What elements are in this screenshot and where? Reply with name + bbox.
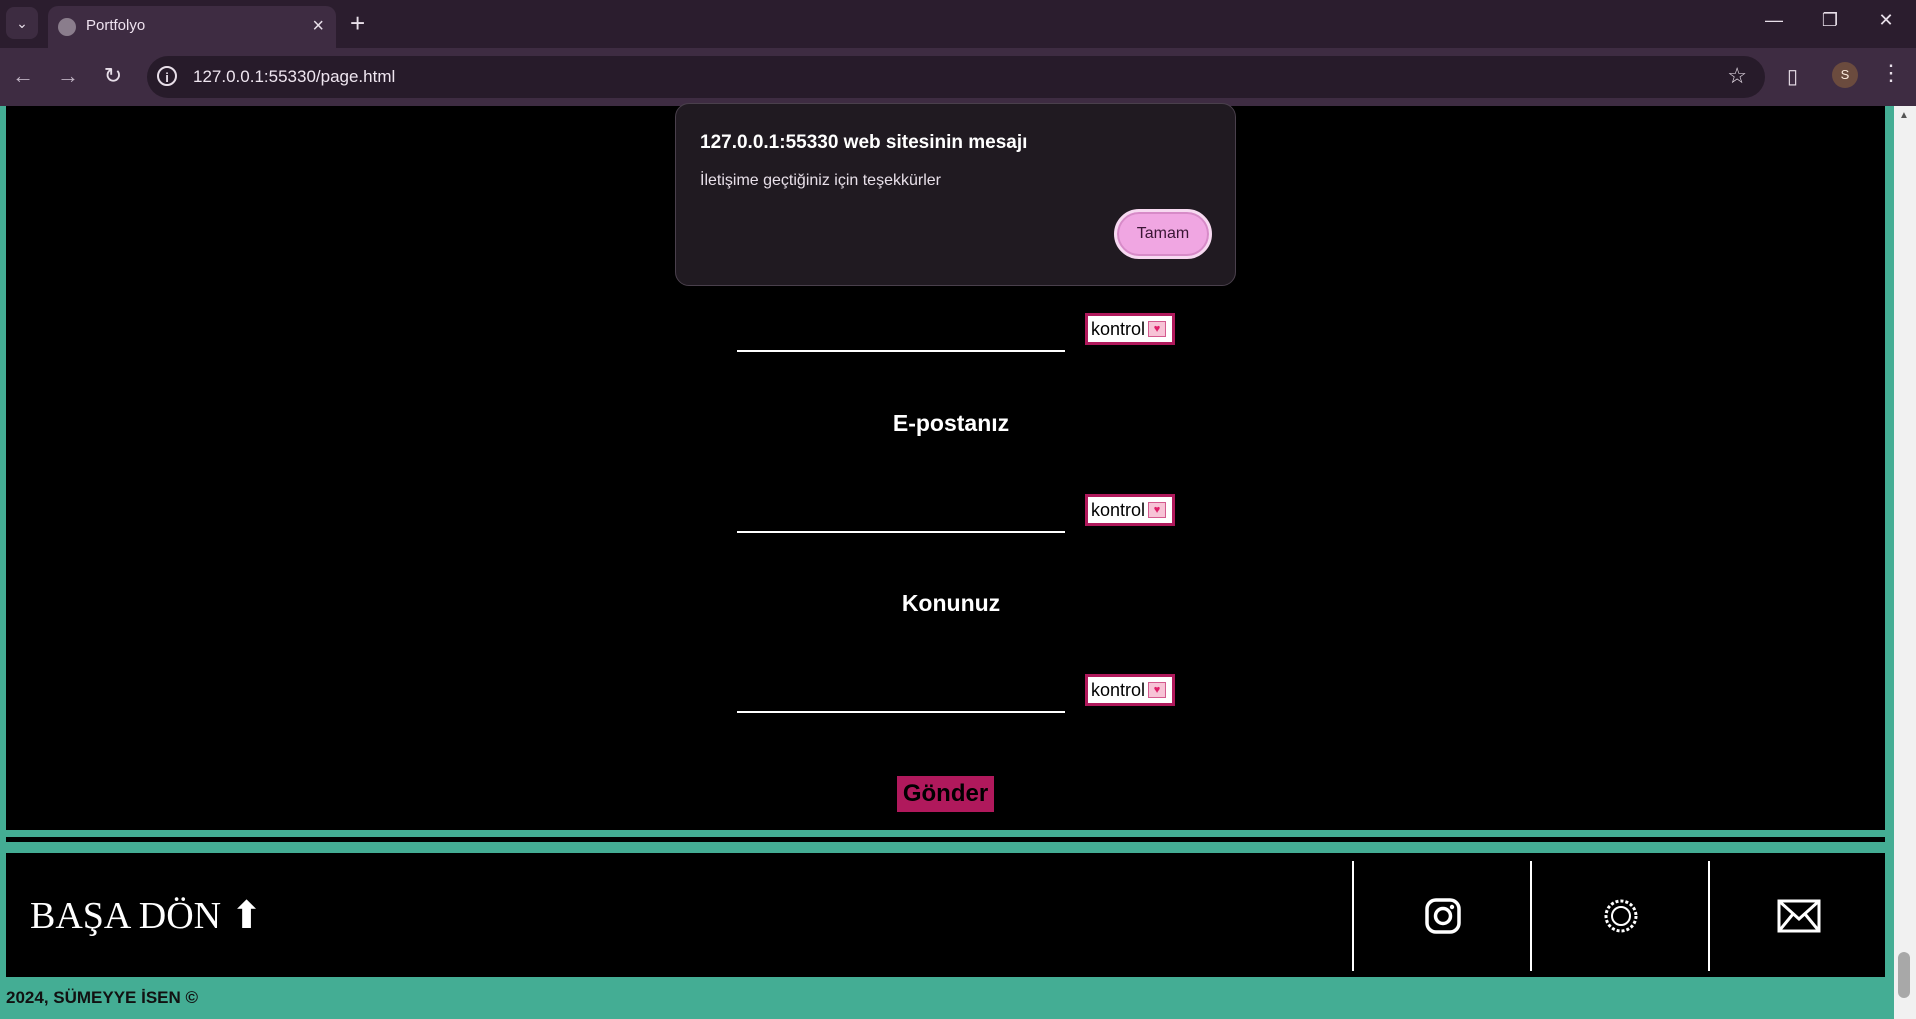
subject-input[interactable] (737, 711, 1065, 713)
heart-icon: ♥ (1148, 682, 1167, 698)
tab-search-button[interactable]: ⌄ (6, 7, 38, 39)
alert-dialog: 127.0.0.1:55330 web sitesinin mesajı İle… (675, 103, 1236, 286)
footer: BAŞA DÖN ⬆ (6, 853, 1885, 977)
site-info-icon[interactable]: i (157, 66, 177, 86)
reload-button[interactable]: ↻ (99, 62, 127, 90)
check-button-3[interactable]: kontrol ♥ (1085, 674, 1175, 706)
menu-icon[interactable]: ⋮ (1880, 60, 1902, 86)
minimize-button[interactable]: — (1759, 10, 1789, 31)
profile-avatar[interactable]: S (1832, 62, 1858, 88)
url-text: 127.0.0.1:55330/page.html (193, 67, 396, 86)
browser-toolbar: ← → ↻ i 127.0.0.1:55330/page.html ☆ ▯ S … (0, 48, 1916, 106)
bookmark-star-icon[interactable]: ☆ (1727, 63, 1747, 89)
threads-icon (1604, 899, 1638, 933)
check-button-1[interactable]: kontrol ♥ (1085, 313, 1175, 345)
threads-link[interactable] (1530, 861, 1710, 971)
check-label: kontrol (1091, 318, 1146, 339)
dialog-message: İletişime geçtiğiniz için teşekkürler (700, 172, 941, 189)
instagram-icon (1425, 898, 1461, 934)
ok-button[interactable]: Tamam (1114, 209, 1212, 259)
globe-icon (58, 18, 76, 36)
tab-title: Portfolyo (86, 17, 146, 34)
check-button-2[interactable]: kontrol ♥ (1085, 494, 1175, 526)
field-label-email: E-postanız (892, 410, 1010, 436)
check-label: kontrol (1091, 679, 1146, 700)
instagram-link[interactable] (1352, 861, 1532, 971)
mail-link[interactable] (1708, 861, 1888, 971)
back-to-top-link[interactable]: BAŞA DÖN ⬆ (30, 893, 262, 938)
heart-icon: ♥ (1148, 321, 1167, 337)
submit-button[interactable]: Gönder (897, 776, 994, 812)
scroll-up-arrow-icon[interactable]: ▲ (1899, 110, 1909, 121)
heart-icon: ♥ (1148, 502, 1167, 518)
field-label-subject: Konunuz (901, 590, 1001, 616)
scrollbar-thumb[interactable] (1898, 952, 1910, 998)
forward-button[interactable]: → (54, 62, 82, 90)
tab-portfolyo[interactable]: Portfolyo × (48, 6, 336, 48)
dialog-title: 127.0.0.1:55330 web sitesinin mesajı (700, 132, 1028, 153)
name-input[interactable] (737, 350, 1065, 352)
divider (6, 837, 1885, 842)
restore-button[interactable]: ❐ (1815, 10, 1845, 31)
address-bar[interactable]: i 127.0.0.1:55330/page.html ☆ (147, 56, 1765, 98)
check-label: kontrol (1091, 499, 1146, 520)
close-tab-icon[interactable]: × (312, 14, 324, 38)
new-tab-button[interactable]: + (350, 8, 365, 38)
close-window-button[interactable]: ✕ (1871, 10, 1901, 31)
mail-icon (1777, 899, 1821, 933)
tab-strip: ⌄ Portfolyo × + — ❐ ✕ (0, 0, 1916, 48)
copyright-text: 2024, SÜMEYYE İSEN © (6, 988, 199, 1007)
back-button[interactable]: ← (9, 62, 37, 90)
side-panel-icon[interactable]: ▯ (1787, 64, 1798, 89)
email-input[interactable] (737, 531, 1065, 533)
scrollbar[interactable] (1894, 106, 1916, 1019)
